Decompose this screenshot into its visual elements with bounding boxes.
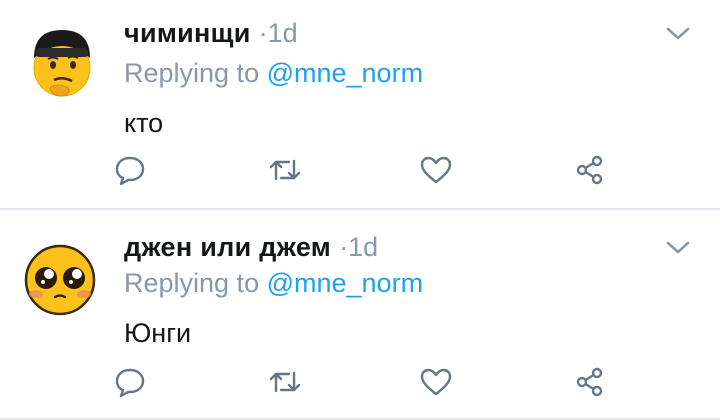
- replying-handle-link[interactable]: @mne_norm: [267, 58, 423, 88]
- replying-prefix: Replying to: [124, 268, 267, 298]
- separator-dot: ·: [339, 232, 349, 262]
- replying-to-line: Replying to @mne_norm: [124, 58, 423, 89]
- like-icon[interactable]: [418, 152, 454, 188]
- like-icon[interactable]: [418, 364, 454, 400]
- retweet-icon[interactable]: [267, 364, 303, 400]
- chevron-down-icon[interactable]: [664, 20, 692, 48]
- reply-icon[interactable]: [112, 152, 148, 188]
- reply-icon[interactable]: [112, 364, 148, 400]
- tweet-header: чиминщи · 1d: [124, 18, 298, 52]
- tweet[interactable]: джен или джем · 1d Replying to @mne_norm…: [0, 212, 720, 420]
- tweet-header: джен или джем · 1d: [124, 232, 378, 266]
- replying-prefix: Replying to: [124, 58, 267, 88]
- replying-to-line: Replying to @mne_norm: [124, 268, 423, 299]
- tweet-actions: [0, 364, 720, 404]
- tweet-text: кто: [124, 108, 164, 138]
- avatar[interactable]: [22, 240, 102, 320]
- separator-dot: ·: [258, 18, 268, 48]
- chevron-down-icon[interactable]: [664, 234, 692, 262]
- tweet[interactable]: чиминщи · 1d Replying to @mne_norm кто: [0, 0, 720, 210]
- retweet-icon[interactable]: [267, 152, 303, 188]
- replying-handle-link[interactable]: @mne_norm: [267, 268, 423, 298]
- display-name[interactable]: джен или джем: [124, 232, 331, 263]
- timestamp[interactable]: 1d: [268, 18, 298, 49]
- share-icon[interactable]: [572, 152, 608, 188]
- avatar[interactable]: [22, 18, 102, 98]
- timestamp[interactable]: 1d: [348, 232, 378, 263]
- tweet-actions: [0, 152, 720, 192]
- tweet-text: Юнги: [124, 318, 192, 348]
- share-icon[interactable]: [572, 364, 608, 400]
- display-name[interactable]: чиминщи: [124, 18, 251, 49]
